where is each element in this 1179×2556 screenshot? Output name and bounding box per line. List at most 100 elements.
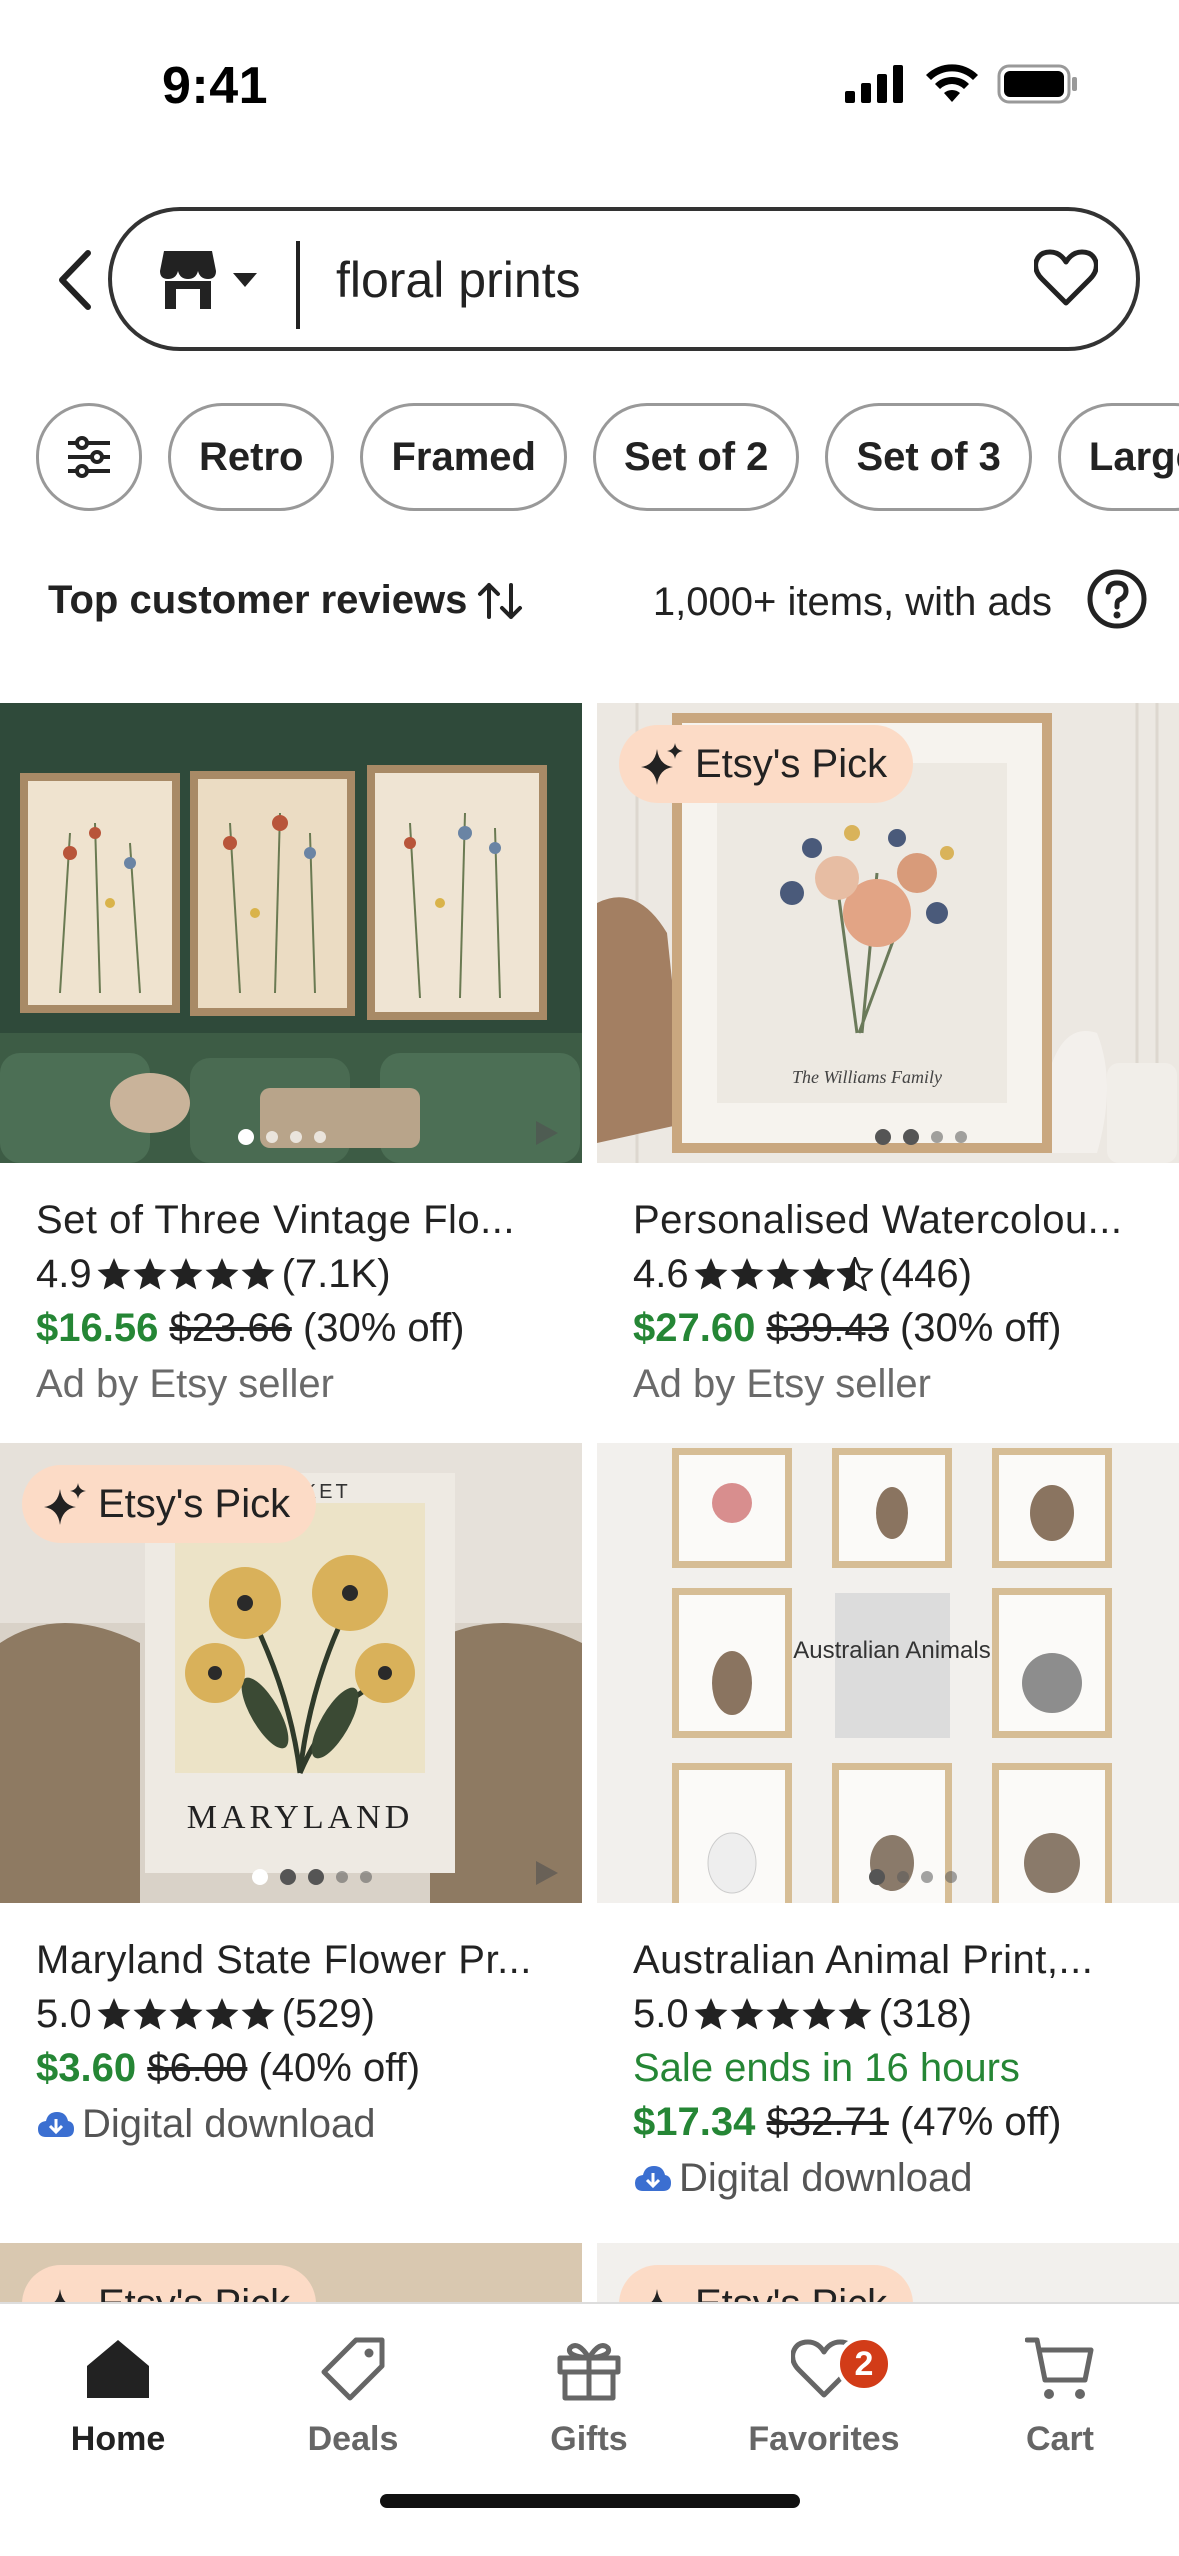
art-text: MARYLAND — [187, 1799, 414, 1836]
listing-card-peek[interactable]: Etsy's Pick — [597, 2243, 1179, 2303]
tab-label: Favorites — [748, 2420, 900, 2458]
play-icon — [536, 1121, 558, 1145]
sale-countdown: Sale ends in 16 hours — [633, 2046, 1020, 2090]
original-price: $32.71 — [766, 2100, 889, 2144]
sale-price: $3.60 — [36, 2046, 137, 2090]
listing-price: $3.60 $6.00 (40% off) — [36, 2041, 576, 2095]
sort-arrows-icon — [478, 582, 523, 619]
filter-settings-button[interactable] — [36, 403, 142, 511]
results-count: 1,000+ items, with ads — [652, 580, 1052, 624]
listing-meta: Ad by Etsy seller — [633, 1362, 931, 1406]
listing-title: Maryland State Flower Pr... — [36, 1938, 532, 1982]
listing-meta: Digital download — [36, 2095, 576, 2153]
listing-card[interactable]: The Williams Family Etsy's Pick Personal… — [597, 703, 1179, 1423]
signal-icon — [845, 65, 903, 103]
caret-down-icon — [233, 273, 257, 287]
badge-label: Etsy's Pick — [695, 2282, 887, 2304]
tab-label: Cart — [1025, 2420, 1095, 2458]
review-count: (529) — [281, 1992, 375, 2036]
listing-info: Australian Animal Print,... 5.0 (318) Sa… — [633, 1933, 1173, 2207]
listing-image[interactable]: MARKET MARYLAND Etsy's Pick — [0, 1443, 582, 1903]
filter-chip-set-of-2[interactable]: Set of 2 — [592, 403, 800, 511]
discount: (47% off) — [899, 2100, 1062, 2144]
star-full-icon — [169, 1998, 203, 2030]
filter-chip-framed[interactable]: Framed — [360, 403, 567, 511]
star-full-icon — [802, 1258, 836, 1290]
sparkle-icon — [44, 1483, 86, 1525]
save-search-button[interactable] — [1033, 249, 1099, 312]
etsys-pick-badge: Etsy's Pick — [619, 2265, 914, 2304]
filter-chips: Retro Framed Set of 2 Set of 3 Large — [36, 403, 1179, 511]
tab-favorites[interactable]: 2 Favorites — [724, 2324, 924, 2474]
filter-chip-set-of-3[interactable]: Set of 3 — [825, 403, 1032, 511]
play-icon — [536, 1861, 558, 1885]
sale-price: $17.34 — [633, 2100, 756, 2144]
home-indicator — [380, 2494, 800, 2508]
listing-card-peek[interactable]: Etsy's Pick — [0, 2243, 582, 2303]
cloud-download-icon — [38, 2112, 74, 2137]
listing-card[interactable]: Australian Animals Australian Animal Pri… — [597, 1443, 1179, 2203]
gift-icon — [557, 2343, 621, 2401]
listing-info: Maryland State Flower Pr... 5.0 (529) $3… — [36, 1933, 576, 2153]
tab-label: Deals — [307, 2420, 399, 2458]
rating-stars — [693, 1997, 873, 2031]
tab-deals[interactable]: Deals — [253, 2324, 453, 2474]
rating-stars — [96, 1257, 276, 1291]
listing-rating: 4.9 (7.1K) — [36, 1247, 576, 1301]
listing-image[interactable] — [0, 703, 582, 1163]
listing-image[interactable]: The Williams Family Etsy's Pick — [597, 703, 1179, 1163]
back-button[interactable] — [44, 245, 104, 315]
star-full-icon — [694, 1998, 728, 2030]
listing-price: $27.60 $39.43 (30% off) — [633, 1301, 1173, 1355]
listing-photo: Australian Animals — [597, 1443, 1179, 1903]
tab-label: Gifts — [550, 2420, 628, 2458]
sparkle-icon — [650, 2289, 664, 2303]
status-time: 9:41 — [162, 57, 269, 115]
star-full-icon — [205, 1998, 239, 2030]
listing-meta: Digital download — [633, 2149, 1173, 2207]
filter-chip-retro[interactable]: Retro — [168, 403, 335, 511]
etsys-pick-badge: Etsy's Pick — [619, 725, 914, 803]
etsys-pick-badge: Etsy's Pick — [22, 2265, 317, 2303]
original-price: $6.00 — [147, 2046, 248, 2090]
image-carousel-dots — [238, 1129, 326, 1145]
rating-value: 5.0 — [36, 1992, 92, 2036]
sort-row: Top customer reviews 1,000+ items, with … — [48, 568, 1148, 638]
review-count: (318) — [878, 1992, 972, 2036]
tab-home[interactable]: Home — [18, 2324, 218, 2474]
listing-photo — [0, 703, 582, 1163]
listing-rating: 4.6 (446) — [633, 1247, 1173, 1301]
tab-gifts[interactable]: Gifts — [489, 2324, 689, 2474]
etsys-pick-badge: Etsy's Pick — [22, 1465, 317, 1543]
star-full-icon — [730, 1258, 764, 1290]
listing-image[interactable]: Australian Animals — [597, 1443, 1179, 1903]
original-price: $39.43 — [766, 1306, 889, 1350]
star-full-icon — [766, 1998, 800, 2030]
sort-button[interactable]: Top customer reviews — [48, 578, 523, 623]
rating-stars — [693, 1257, 873, 1291]
chevron-left-icon — [59, 250, 91, 310]
battery-icon — [997, 64, 1077, 104]
download-label: Digital download — [82, 2102, 376, 2146]
search-box[interactable]: floral prints — [108, 207, 1140, 351]
sale-price: $16.56 — [36, 1306, 159, 1350]
heart-icon — [1033, 249, 1099, 306]
star-full-icon — [97, 1998, 131, 2030]
listing-title: Personalised Watercolou... — [633, 1198, 1123, 1242]
image-carousel-dots — [869, 1869, 957, 1885]
search-input[interactable]: floral prints — [336, 251, 581, 309]
help-button[interactable] — [1086, 568, 1148, 635]
star-full-icon — [133, 1258, 167, 1290]
star-full-icon — [205, 1258, 239, 1290]
filter-chip-large[interactable]: Large — [1057, 403, 1179, 511]
cloud-download-icon — [635, 2166, 671, 2191]
search-scope-toggle[interactable] — [158, 249, 258, 311]
star-full-icon — [97, 1258, 131, 1290]
star-full-icon — [802, 1998, 836, 2030]
listing-card[interactable]: MARKET MARYLAND Etsy's Pick Maryland Sta… — [0, 1443, 582, 2163]
tab-cart[interactable]: Cart — [960, 2324, 1160, 2474]
discount: (40% off) — [258, 2046, 421, 2090]
listing-info: Set of Three Vintage Flo... 4.9 (7.1K) $… — [36, 1193, 576, 1413]
listing-card[interactable]: Set of Three Vintage Flo... 4.9 (7.1K) $… — [0, 703, 582, 1423]
star-full-icon — [133, 1998, 167, 2030]
